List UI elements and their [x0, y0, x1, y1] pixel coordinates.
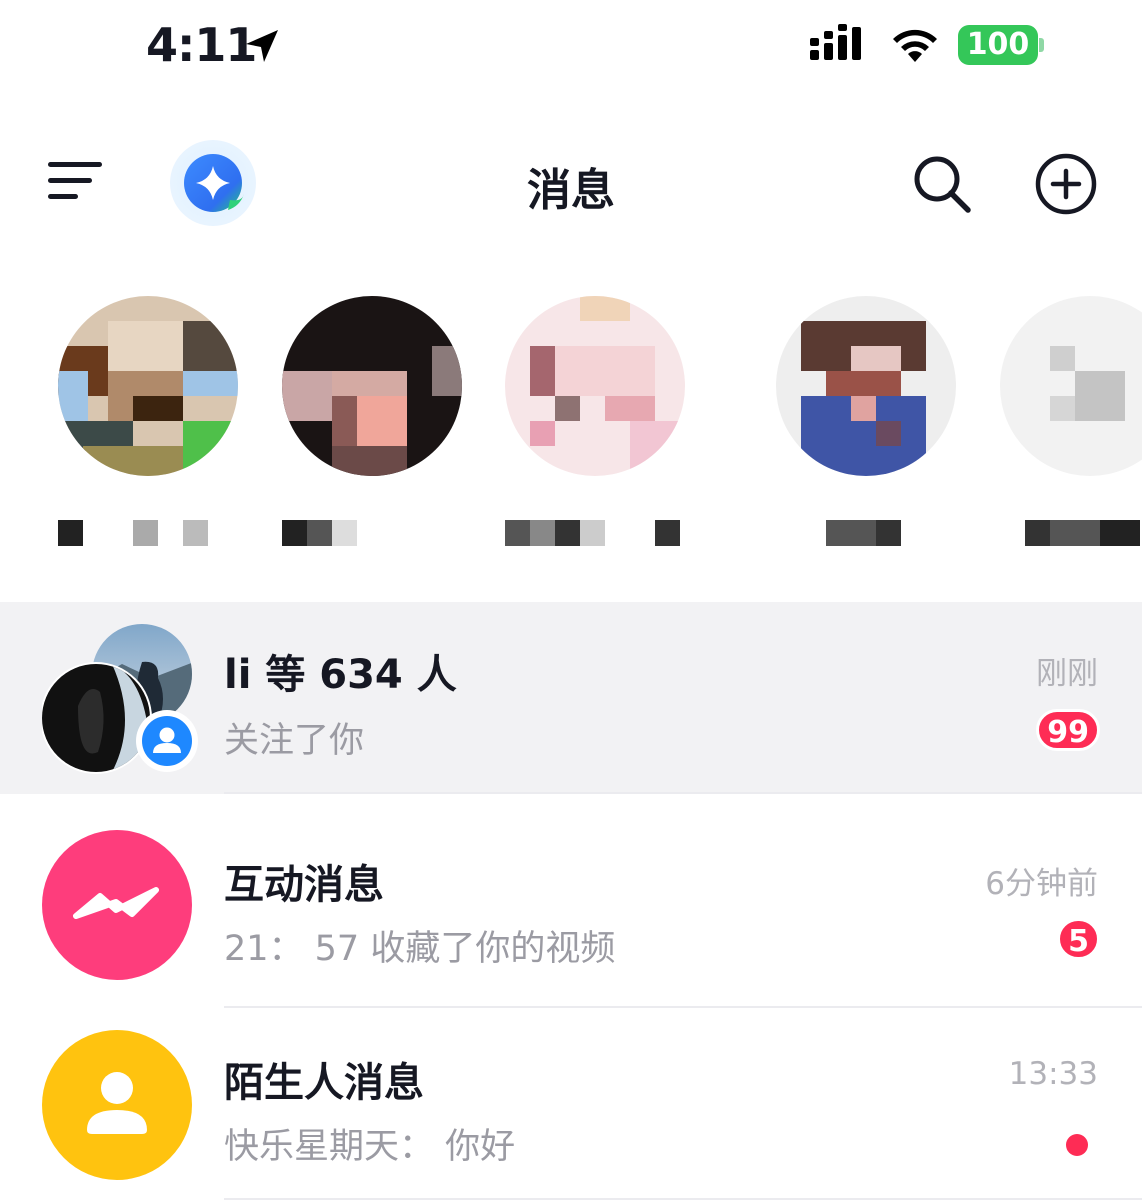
friend-item[interactable] — [1000, 296, 1142, 556]
list-item-stranger[interactable]: 陌生人消息 快乐星期天： 你好 13:33 — [0, 1008, 1142, 1200]
message-time: 6分钟前 — [985, 866, 1098, 902]
avatar — [1000, 296, 1142, 476]
friend-item[interactable] — [776, 296, 956, 556]
wifi-icon — [893, 29, 937, 62]
battery-indicator: 100 — [958, 25, 1038, 65]
message-list: li 等 634 人 关注了你 刚刚 99 互动消息 21： 57 收藏了你的视… — [0, 602, 1142, 1200]
message-title: 陌生人消息 — [224, 1060, 424, 1106]
message-subtitle: 快乐星期天： 你好 — [224, 1127, 516, 1167]
friend-item[interactable] — [58, 296, 238, 556]
plus-circle-icon — [1035, 153, 1097, 215]
message-title: 互动消息 — [224, 862, 384, 908]
location-arrow-icon — [246, 30, 278, 62]
follow-badge — [136, 710, 198, 772]
friend-name — [58, 520, 238, 546]
list-item-interaction[interactable]: 互动消息 21： 57 收藏了你的视频 6分钟前 5 — [0, 794, 1142, 1008]
friends-row — [0, 296, 1142, 556]
friend-name — [282, 520, 462, 546]
message-subtitle: 21： 57 收藏了你的视频 — [224, 929, 616, 969]
search-button[interactable] — [910, 152, 974, 216]
friend-name — [776, 520, 956, 546]
message-time: 13:33 — [1008, 1056, 1098, 1092]
unread-badge: 99 — [1036, 709, 1100, 751]
friend-name — [1000, 520, 1142, 546]
top-nav-bar: 消息 — [0, 130, 1142, 236]
person-icon — [87, 1072, 147, 1134]
avatar — [776, 296, 956, 476]
avatar — [58, 296, 238, 476]
interaction-icon — [42, 830, 192, 980]
friend-item[interactable] — [282, 296, 462, 556]
search-icon — [914, 156, 971, 213]
avatar — [282, 296, 462, 476]
add-button[interactable] — [1034, 152, 1098, 216]
stranger-icon — [42, 1030, 192, 1180]
status-bar: 4:11 100 — [0, 0, 1142, 90]
friend-name — [505, 520, 685, 546]
unread-dot — [1066, 1134, 1088, 1156]
followers-avatar-stack — [42, 622, 198, 774]
battery-tip — [1039, 38, 1044, 52]
cellular-signal-icon — [810, 24, 861, 60]
avatar — [505, 296, 685, 476]
status-time: 4:11 — [146, 18, 257, 72]
unread-badge: 5 — [1057, 918, 1100, 960]
friend-item[interactable] — [505, 296, 685, 556]
message-title: li 等 634 人 — [224, 652, 457, 698]
messages-screen: 4:11 100 消息 li 等 634 人 关注了你 刚刚 99 互动消息 2… — [0, 0, 1142, 1200]
list-item-new-followers[interactable]: li 等 634 人 关注了你 刚刚 99 — [0, 602, 1142, 794]
message-time: 刚刚 — [1036, 656, 1098, 692]
message-subtitle: 关注了你 — [224, 721, 365, 761]
user-icon — [142, 716, 192, 766]
lightning-chat-icon — [73, 887, 159, 919]
